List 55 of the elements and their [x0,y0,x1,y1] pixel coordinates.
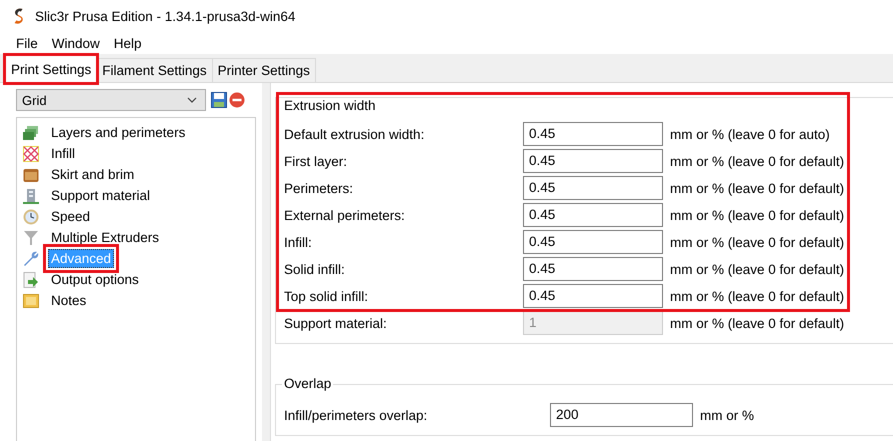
input-field[interactable]: 0.45 [523,122,663,146]
page-item[interactable]: Notes [48,291,90,310]
field-label: Solid infill: [284,262,346,276]
unit-label: mm or % (leave 0 for default) [670,288,846,304]
group-title: Overlap [282,376,334,391]
page-item[interactable]: Support material [48,186,154,205]
unit-label: mm or % (leave 0 for default) [670,262,846,276]
menu-item[interactable]: Window [52,36,100,50]
layers-icon [23,124,39,140]
unit-label: mm or % (leave 0 for default) [670,208,846,222]
field-label: External perimeters: [284,208,406,222]
save-icon[interactable] [211,92,227,108]
preset-dropdown[interactable]: Grid [16,89,206,111]
field-label: Default extrusion width: [284,126,426,142]
chevron-icon [187,97,197,103]
wrench-icon [23,250,39,266]
tab[interactable]: Printer Settings [212,58,316,82]
page-item[interactable]: Output options [48,270,142,289]
funnel-icon [23,230,39,246]
field-label: Support material: [284,316,388,330]
tab[interactable]: Print Settings [5,55,98,83]
note-icon [23,292,39,308]
page-item[interactable]: Infill [48,144,78,163]
input-field[interactable]: 0.45 [523,149,663,173]
field-label: Infill: [284,234,313,250]
arrow-icon [23,272,39,288]
input-field[interactable]: 0.45 [523,203,663,227]
menu-item[interactable]: Help [114,36,142,50]
building-icon [23,188,39,204]
menu-item[interactable]: File [16,36,38,50]
unit-label: mm or % (leave 0 for default) [670,234,846,250]
input-field[interactable]: 0.45 [523,230,663,254]
field-label: Perimeters: [284,180,354,196]
field-label: Infill/perimeters overlap: [284,408,428,422]
group-title: Extrusion width [282,98,378,113]
unit-label: mm or % (leave 0 for default) [670,316,846,330]
page-item[interactable]: Speed [48,207,94,226]
page-item[interactable]: Layers and perimeters [48,123,188,142]
window-title: Slic3r Prusa Edition - 1.34.1-prusa3d-win64 [35,8,296,24]
input-field[interactable]: 0.45 [523,176,663,200]
unit-label: mm or % [700,408,755,422]
box-icon [23,166,39,182]
unit-label: mm or % (leave 0 for default) [670,180,846,196]
page-item[interactable]: Multiple Extruders [48,228,162,247]
field-label: Top solid infill: [284,288,370,304]
grid-icon [23,146,39,162]
input-field[interactable]: 0.45 [523,284,663,308]
page-item[interactable]: Skirt and brim [48,165,138,184]
delete-icon[interactable] [229,92,245,108]
input-field[interactable]: 200 [550,403,693,427]
input-field[interactable]: 0.45 [523,257,663,281]
unit-label: mm or % (leave 0 for default) [670,154,846,168]
unit-label: mm or % (leave 0 for auto) [670,126,831,142]
clock-icon [23,208,39,224]
field-label: First layer: [284,154,348,168]
